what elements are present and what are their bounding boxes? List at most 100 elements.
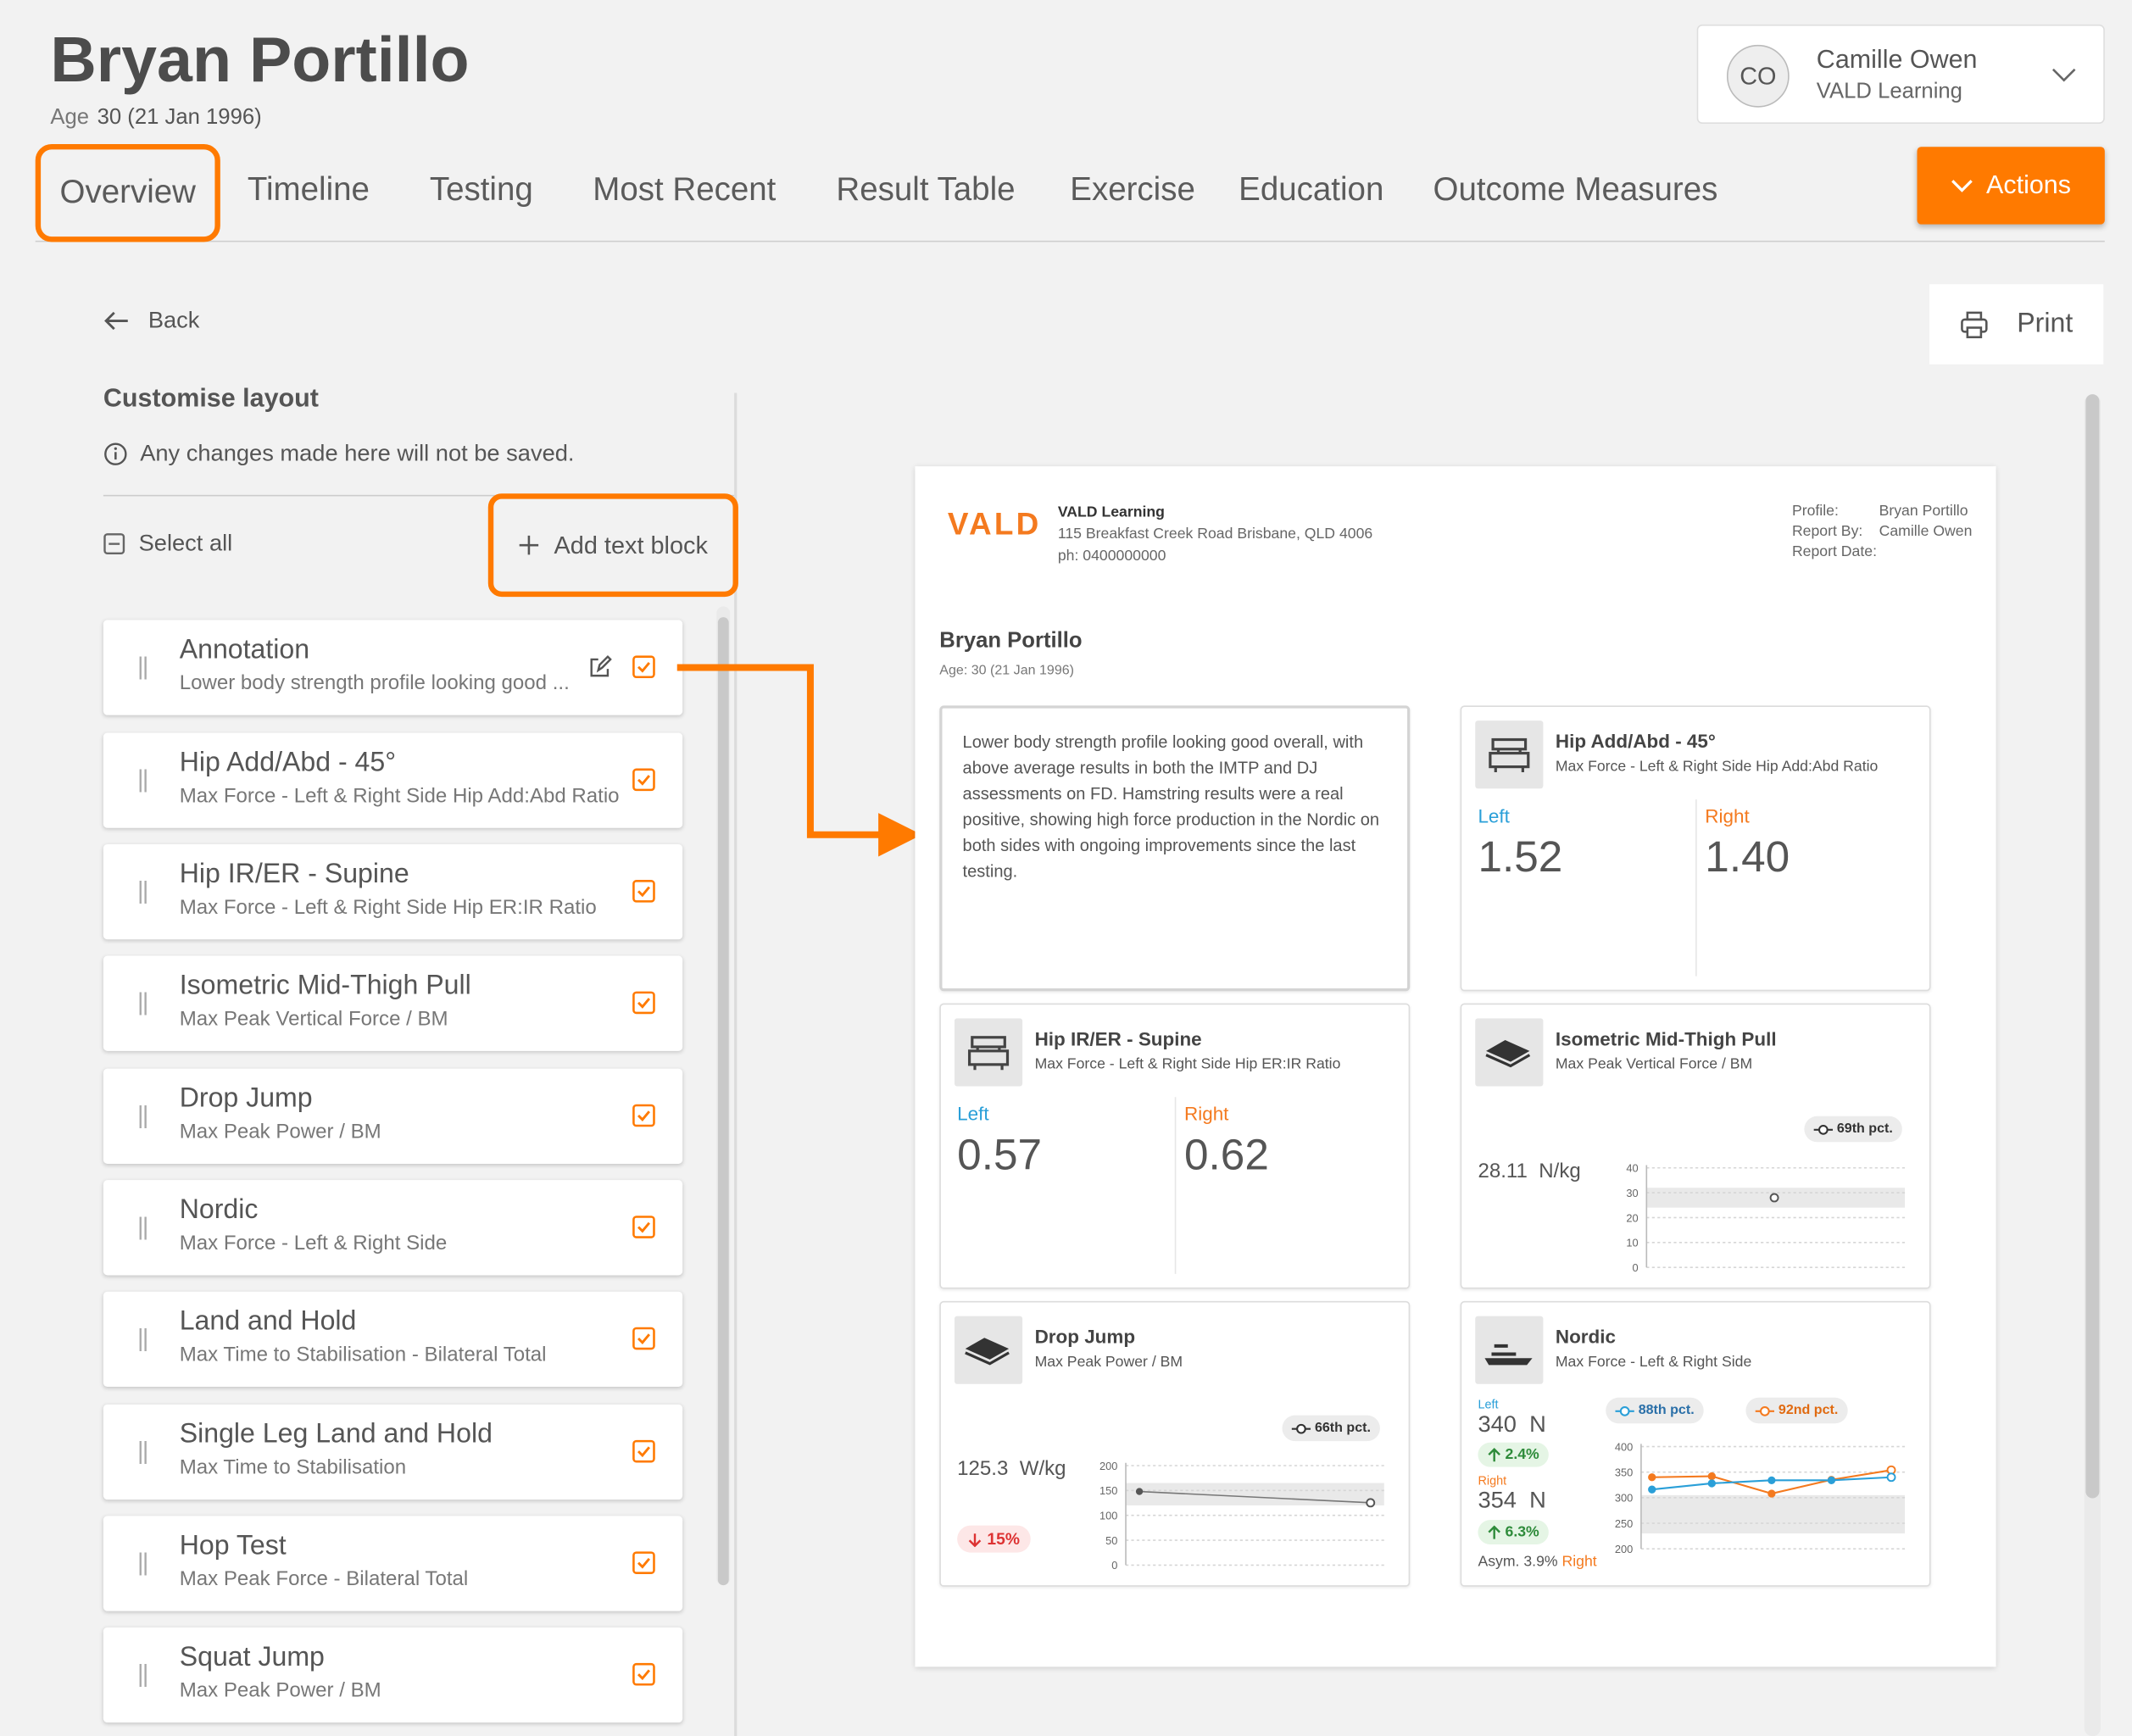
annotation-text: Lower body strength profile looking good… [962,732,1380,882]
asymmetry: Asym. 3.9% Right [1478,1554,1597,1571]
tab-testing[interactable]: Testing [430,171,533,209]
report-athlete-age: Age: 30 (21 Jan 1996) [939,663,1075,679]
drag-handle-icon[interactable]: || [137,1324,148,1353]
layout-item-subtitle: Lower body strength profile looking good… [179,671,570,695]
y-tick-label: 200 [1615,1543,1633,1555]
checkbox-checked-icon[interactable] [632,991,655,1015]
layout-item-card[interactable]: || Isometric Mid-Thigh Pull Max Peak Verti… [103,955,683,1051]
right-series-point [1767,1489,1776,1498]
layout-item-card[interactable]: || Single Leg Land and Hold Max Time to St… [103,1404,683,1500]
imtp-chart: 40 30 20 10 0 [1626,1162,1906,1274]
layout-item-subtitle: Max Peak Power / BM [179,1678,381,1703]
select-all-checkbox[interactable]: Select all [103,531,232,558]
chevron-down-icon [1951,179,1973,192]
tab-education[interactable]: Education [1239,171,1383,209]
y-tick-label: 250 [1615,1517,1633,1530]
card-title: Hip Add/Abd - 45° [1555,730,1716,752]
layout-item-card[interactable]: || Hop Test Max Peak Force - Bilateral Tot… [103,1516,683,1611]
tab-timeline[interactable]: Timeline [248,171,370,209]
arrow-up-icon [1488,1524,1500,1538]
checkbox-checked-icon[interactable] [632,1104,655,1127]
checkbox-checked-icon[interactable] [632,880,655,903]
divider [1174,1097,1177,1274]
drag-handle-icon[interactable]: || [137,765,148,794]
add-text-block-button[interactable]: Add text block [487,493,738,598]
back-button[interactable]: Back [102,307,199,334]
layout-item-title: Nordic [179,1194,259,1226]
card-subtitle: Max Force - Left & Right Side [1555,1354,1752,1371]
layout-item-card[interactable]: || Drop Jump Max Peak Power / BM [103,1068,683,1164]
left-label: Left [957,1102,989,1125]
panel-divider [734,392,738,1736]
edit-icon[interactable] [588,655,612,678]
drag-handle-icon[interactable]: || [137,1213,148,1242]
select-all-label: Select all [138,530,233,556]
right-series-point [1648,1473,1656,1482]
y-tick-label: 350 [1615,1466,1633,1479]
checkbox-checked-icon[interactable] [632,655,655,679]
checkbox-checked-icon[interactable] [632,768,655,792]
arrow-down-icon [968,1533,982,1547]
layout-item-title: Single Leg Land and Hold [179,1419,493,1449]
athlete-name: Bryan Portillo [50,23,470,96]
metric-value: 28.11 N/kg [1478,1160,1581,1183]
checkbox-checked-icon[interactable] [632,1662,655,1686]
right-label: Right [1478,1473,1507,1488]
checkbox-checked-icon[interactable] [632,1327,655,1350]
tab-bar: Overview Timeline Testing Most Recent Re… [35,142,2105,242]
normative-band [1640,1494,1906,1534]
drag-handle-icon[interactable]: || [137,1437,148,1466]
drag-handle-icon[interactable]: || [137,1660,148,1689]
metric-value: 125.3 W/kg [957,1457,1066,1481]
drag-handle-icon[interactable]: || [137,988,148,1017]
drag-handle-icon[interactable]: || [137,653,148,682]
y-tick-label: 100 [1099,1510,1117,1522]
layout-item-card[interactable]: || Nordic Max Force - Left & Right Side [103,1180,683,1276]
right-label: Right [1705,804,1750,827]
user-menu[interactable]: CO Camille Owen VALD Learning [1696,24,2105,124]
change-badge: 2.4% [1478,1442,1549,1467]
layout-item-card[interactable]: || Squat Jump Max Peak Power / BM [103,1627,683,1723]
tab-outcome-measures[interactable]: Outcome Measures [1433,171,1718,209]
report-athlete-name: Bryan Portillo [939,629,1083,653]
layout-item-card[interactable]: || Hip IR/ER - Supine Max Force - Left & R… [103,844,683,940]
layout-item-title: Hip Add/Abd - 45° [179,748,397,778]
layout-item-card[interactable]: || Land and Hold Max Time to Stabilisation… [103,1291,683,1387]
force-plate-icon [954,1316,1023,1384]
drop-jump-chart: 200 150 100 50 0 [1099,1460,1384,1572]
layout-item-title: Drop Jump [179,1083,313,1114]
change-badge: 15% [957,1525,1031,1553]
y-tick-label: 300 [1615,1492,1633,1505]
add-text-block-label: Add text block [554,531,708,559]
preview-scrollbar[interactable] [2084,394,2101,1736]
annotation-block: Lower body strength profile looking good… [939,705,1411,992]
info-icon [104,442,127,465]
layout-item-title: Squat Jump [179,1642,325,1672]
hip-device-icon [954,1018,1023,1087]
layout-item-subtitle: Max Peak Vertical Force / BM [179,1007,448,1031]
drag-handle-icon[interactable]: || [137,877,148,906]
tab-most-recent[interactable]: Most Recent [593,171,776,209]
y-tick-label: 20 [1626,1211,1638,1224]
checkbox-checked-icon[interactable] [632,1439,655,1463]
left-value: 340 N [1478,1410,1546,1438]
layout-item-card[interactable]: || Annotation Lower body strength profile … [103,620,683,715]
y-tick-label: 30 [1626,1187,1638,1199]
tab-exercise[interactable]: Exercise [1070,171,1195,209]
left-label: Left [1478,1397,1499,1411]
print-button[interactable]: Print [1929,284,2104,364]
y-tick-label: 200 [1099,1460,1117,1472]
drag-handle-icon[interactable]: || [137,1549,148,1577]
layout-item-card[interactable]: || Hip Add/Abd - 45° Max Force - Left & Ri… [103,732,683,828]
data-point [1769,1193,1779,1203]
checkbox-checked-icon[interactable] [632,1216,655,1238]
tab-result-table[interactable]: Result Table [836,171,1015,209]
layout-item-title: Hop Test [179,1530,287,1561]
layout-item-title: Land and Hold [179,1306,357,1337]
checkbox-checked-icon[interactable] [632,1551,655,1574]
drag-handle-icon[interactable]: || [137,1101,148,1130]
actions-button[interactable]: Actions [1917,147,2105,225]
tab-overview[interactable]: Overview [35,144,220,242]
athlete-age: Age 30 (21 Jan 1996) [50,106,262,130]
y-tick-label: 50 [1105,1534,1117,1547]
